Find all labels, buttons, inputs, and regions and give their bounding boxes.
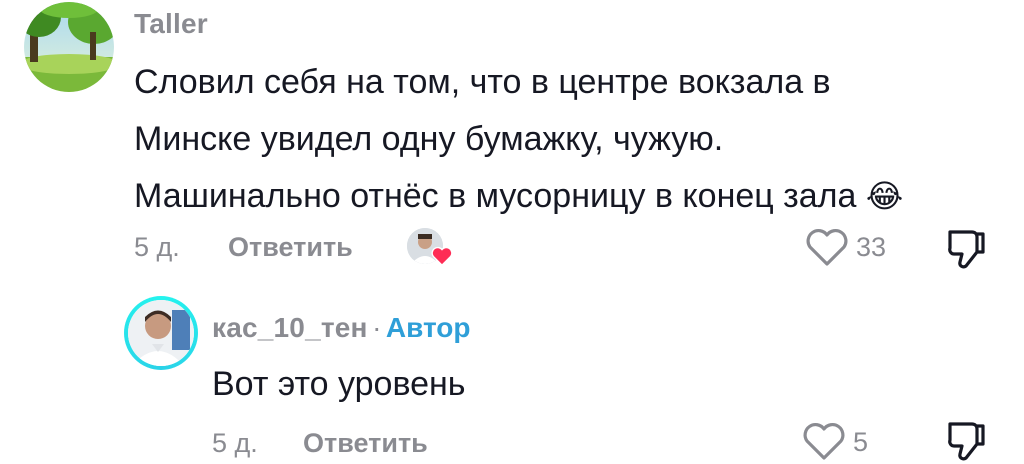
comment-username[interactable]: Taller <box>134 8 208 40</box>
dislike-icon[interactable] <box>944 418 988 464</box>
reply-reply-button[interactable]: Ответить <box>303 428 428 459</box>
dislike-icon[interactable] <box>944 226 988 272</box>
heart-outline-icon[interactable] <box>805 228 849 268</box>
avatar[interactable] <box>24 2 114 92</box>
reply-text: Вот это уровень <box>212 365 466 403</box>
red-heart-icon <box>431 246 453 266</box>
reply-button[interactable]: Ответить <box>228 232 353 263</box>
reply-avatar[interactable] <box>124 296 198 370</box>
reply-age: 5 д. <box>212 428 258 458</box>
comment-text-line: Минске увидел одну бумажку, чужую. <box>134 120 724 158</box>
separator-dot: · <box>372 312 382 343</box>
comment-age: 5 д. <box>134 232 180 262</box>
laughing-emoji: 😂 <box>865 178 904 214</box>
avatar-image <box>24 2 114 92</box>
reply-like-count: 5 <box>853 427 869 457</box>
comment-text-line-content: Машинально отнёс в мусорницу в конец зал… <box>134 177 857 215</box>
comment-text-line: Машинально отнёс в мусорницу в конец зал… <box>134 168 1004 225</box>
author-badge: Автор <box>385 312 471 343</box>
like-count: 33 <box>856 232 887 262</box>
reply-header: кас_10_тен · Автор <box>212 312 471 344</box>
reply-avatar-image <box>128 300 194 366</box>
creator-liked-badge <box>407 228 453 268</box>
heart-outline-icon[interactable] <box>802 422 846 462</box>
comment-text: Словил себя на том, что в центре вокзала… <box>134 54 1004 225</box>
reply-username[interactable]: кас_10_тен <box>212 312 368 343</box>
comment-text-line: Словил себя на том, что в центре вокзала… <box>134 63 831 101</box>
